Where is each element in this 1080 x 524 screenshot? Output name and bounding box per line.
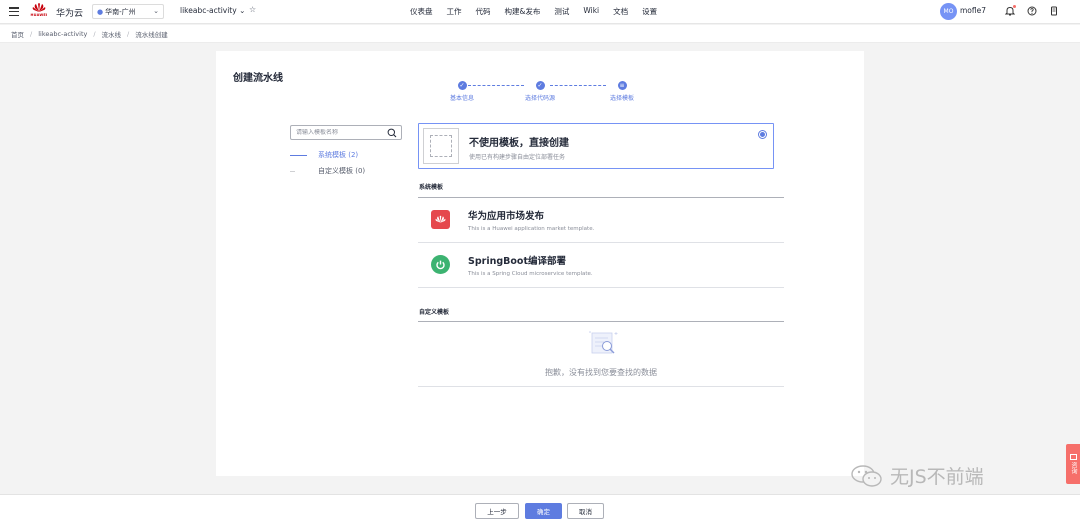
- location-pin-icon: ●: [97, 7, 104, 16]
- side-tab-label: 咨询: [1070, 462, 1077, 474]
- breadcrumb-current: 流水线创建: [135, 30, 168, 39]
- step-label: 选择模板: [609, 95, 634, 102]
- step-indicator: ✓ 基本信息 ✓ 选择代码源 ≡ 选择模板: [442, 81, 634, 105]
- template-springboot[interactable]: SpringBoot编译部署 This is a Spring Cloud mi…: [418, 243, 784, 287]
- watermark-text: 无JS不前端: [890, 466, 984, 488]
- help-icon[interactable]: [1026, 5, 1038, 17]
- no-template-option[interactable]: 不使用模板，直接创建 使用已有构建步骤自由定位部署任务: [418, 123, 774, 169]
- confirm-button[interactable]: 确定: [525, 503, 562, 519]
- template-title: 华为应用市场发布: [468, 211, 545, 222]
- breadcrumb-home[interactable]: 首页: [11, 29, 24, 39]
- category-label: 系统模板 (2): [318, 151, 359, 159]
- breadcrumb: 首页 / likeabc-activity / 流水线 / 流水线创建: [0, 25, 1080, 43]
- template-title: SpringBoot编译部署: [468, 256, 566, 267]
- step-label: 选择代码源: [524, 95, 555, 102]
- main-nav: 仪表盘 工作 代码 构建&发布 测试 Wiki 文档 设置: [410, 6, 671, 17]
- notification-bell-icon[interactable]: [1004, 5, 1016, 17]
- category-system-templates[interactable]: 系统模板 (2): [290, 149, 358, 161]
- springboot-power-icon: [431, 255, 450, 274]
- empty-state-text: 抱歉，没有找到您要查找的数据: [545, 368, 657, 377]
- step-select-template: ≡ 选择模板: [602, 81, 642, 102]
- category-custom-templates[interactable]: 自定义模板 (0): [290, 165, 365, 177]
- region-label: 华南-广州: [105, 7, 136, 16]
- project-label: likeabc-activity: [180, 6, 237, 15]
- mobile-icon[interactable]: [1048, 5, 1060, 17]
- step-label: 基本信息: [449, 95, 474, 102]
- template-huawei-market[interactable]: 华为应用市场发布 This is a Huawei application ma…: [418, 198, 784, 242]
- avatar[interactable]: MO: [940, 3, 957, 20]
- category-label: 自定义模板 (0): [318, 167, 366, 175]
- huawei-petal-icon: [32, 3, 46, 12]
- template-description: This is a Spring Cloud microservice temp…: [468, 271, 593, 277]
- cancel-button[interactable]: 取消: [567, 503, 604, 519]
- create-pipeline-card: 创建流水线 ✓ 基本信息 ✓ 选择代码源 ≡ 选择模板 系统模板 (2) 自定义…: [216, 51, 864, 476]
- username[interactable]: mofle7: [960, 6, 986, 15]
- template-search-input[interactable]: [296, 129, 384, 136]
- consult-side-tab[interactable]: 咨询: [1066, 444, 1080, 484]
- brand-name: 华为云: [56, 9, 84, 19]
- project-selector[interactable]: likeabc-activity ⌄: [180, 6, 245, 15]
- nav-dashboard[interactable]: 仪表盘: [410, 6, 433, 17]
- menu-icon[interactable]: [9, 7, 19, 16]
- empty-search-illustration-icon: [589, 331, 618, 354]
- prev-step-button[interactable]: 上一步: [475, 503, 519, 519]
- top-navigation-bar: HUAWEI 华为云 ● 华南-广州 ⌄ likeabc-activity ⌄ …: [0, 0, 1080, 24]
- option-description: 使用已有构建步骤自由定位部署任务: [469, 154, 566, 161]
- nav-test[interactable]: 测试: [554, 6, 569, 17]
- footer-actions: 上一步 确定 取消: [0, 494, 1080, 524]
- nav-build-release[interactable]: 构建&发布: [505, 6, 541, 17]
- step-basic-info: ✓ 基本信息: [442, 81, 482, 102]
- template-description: This is a Huawei application market temp…: [468, 226, 595, 232]
- step-code-source: ✓ 选择代码源: [520, 81, 560, 102]
- check-icon: ✓: [535, 81, 545, 90]
- check-icon: ✓: [457, 81, 467, 90]
- chat-icon: [1069, 454, 1077, 460]
- search-icon[interactable]: [387, 128, 397, 138]
- chevron-down-icon: ⌄: [153, 7, 159, 15]
- breadcrumb-pipeline[interactable]: 流水线: [102, 29, 122, 39]
- logo-text: HUAWEI: [30, 13, 48, 17]
- blank-template-thumbnail: [423, 128, 459, 164]
- current-step-icon: ≡: [617, 81, 627, 90]
- nav-code[interactable]: 代码: [476, 6, 491, 17]
- nav-wiki[interactable]: Wiki: [583, 6, 599, 17]
- huawei-logo: HUAWEI: [30, 3, 48, 21]
- nav-work[interactable]: 工作: [447, 6, 462, 17]
- region-selector[interactable]: ● 华南-广州 ⌄: [92, 4, 164, 19]
- chevron-down-icon: ⌄: [239, 6, 246, 15]
- unread-dot: [1013, 5, 1016, 8]
- huawei-market-icon: [431, 210, 450, 229]
- custom-templates-heading: 自定义模板: [419, 309, 450, 316]
- selected-radio[interactable]: [758, 130, 767, 139]
- favorite-star-icon[interactable]: ☆: [249, 5, 256, 14]
- wechat-icon: [851, 464, 882, 487]
- system-templates-heading: 系统模板: [419, 184, 444, 191]
- breadcrumb-project[interactable]: likeabc-activity: [38, 30, 87, 38]
- template-search-box: [290, 125, 402, 140]
- page-title: 创建流水线: [233, 73, 283, 84]
- wechat-watermark: 无JS不前端: [850, 462, 984, 489]
- nav-settings[interactable]: 设置: [642, 6, 657, 17]
- option-title: 不使用模板，直接创建: [469, 138, 569, 149]
- nav-docs[interactable]: 文档: [613, 6, 628, 17]
